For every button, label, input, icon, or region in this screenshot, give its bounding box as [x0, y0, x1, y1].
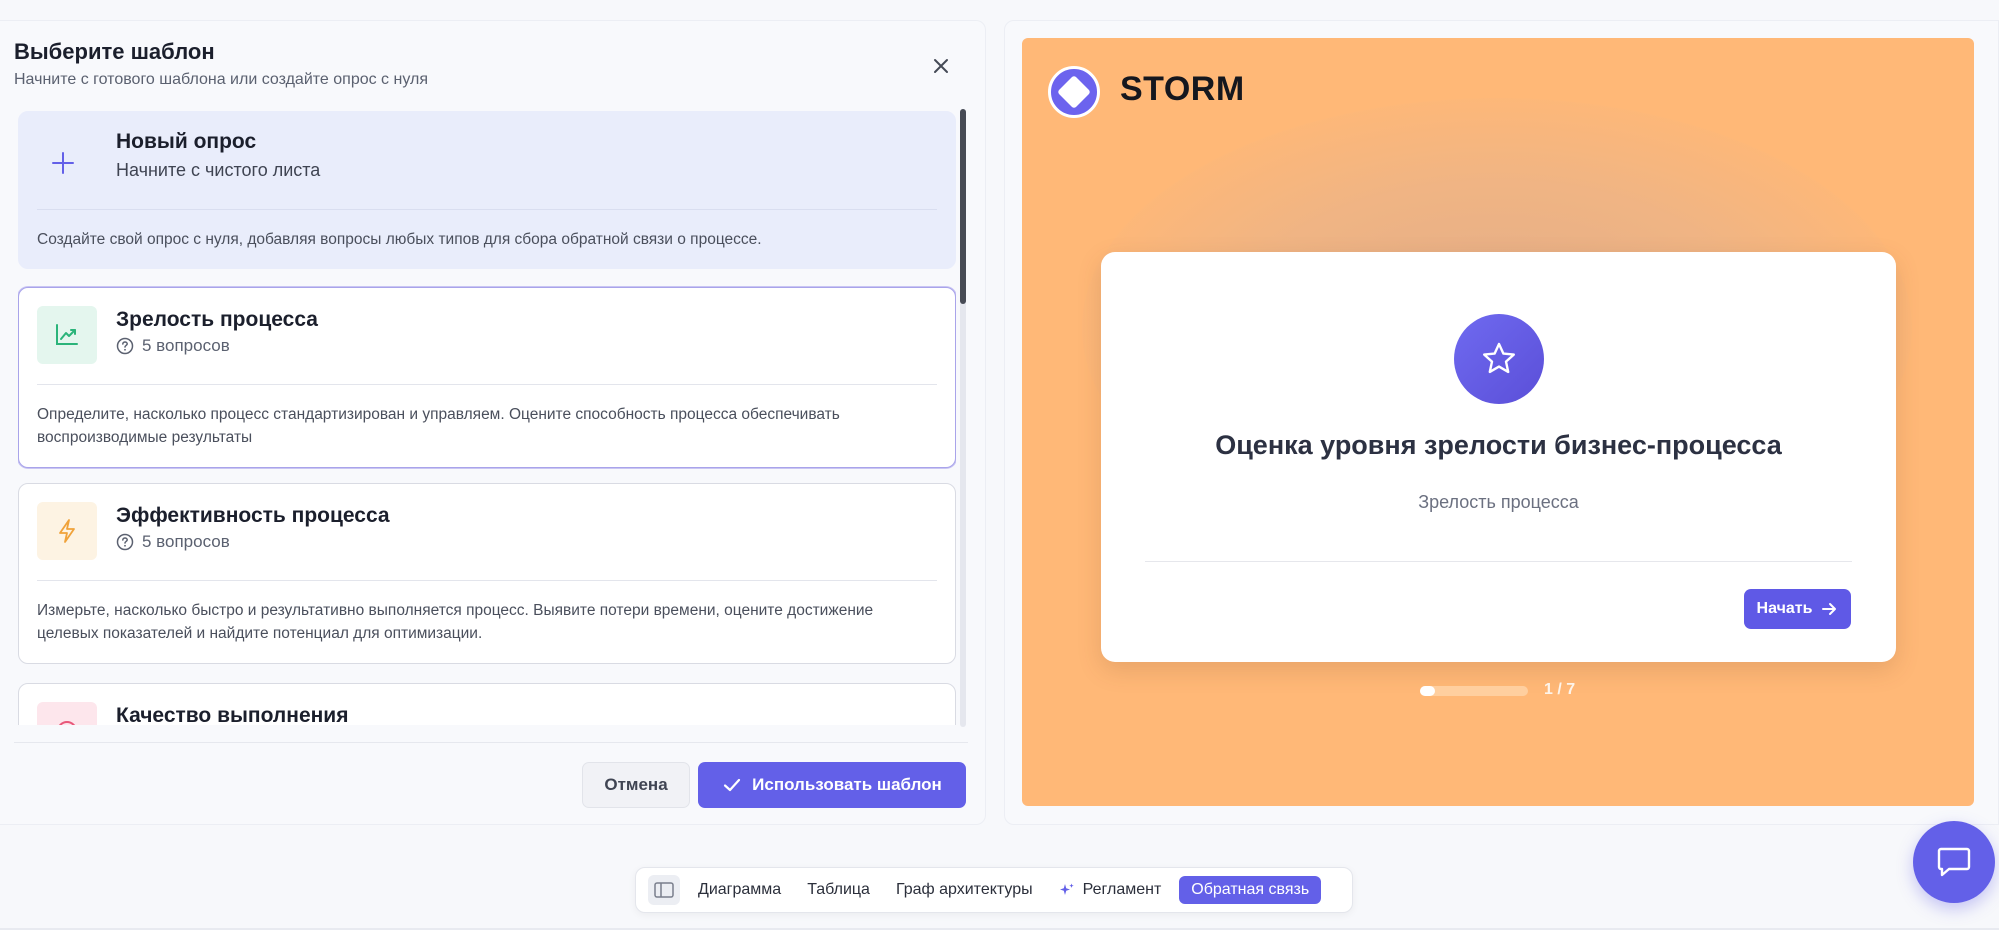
- template-subtitle: Начните с чистого листа: [116, 160, 321, 180]
- template-dialog: Выберите шаблон Начните с готового шабло…: [0, 20, 986, 825]
- use-template-label: Использовать шаблон: [752, 775, 942, 794]
- brand-logo: [1048, 66, 1100, 118]
- check-icon: [724, 778, 741, 792]
- survey-subtitle: Зрелость процесса: [1418, 492, 1579, 512]
- template-card-new-survey[interactable]: Новый опрос Начните с чистого листа Созд…: [18, 111, 956, 269]
- template-description: Определите, насколько процесс стандартиз…: [37, 406, 840, 446]
- start-label: Начать: [1756, 600, 1813, 617]
- dialog-title: Выберите шаблон: [14, 39, 215, 64]
- template-meta: 5 вопросов: [116, 336, 230, 356]
- toolbar-item-label: Регламент: [1082, 881, 1162, 898]
- progress-fill: [1420, 686, 1436, 696]
- toolbar-item-diagram[interactable]: Диаграмма: [690, 876, 789, 904]
- toolbar-item-architecture-graph[interactable]: Граф архитектуры: [888, 876, 1041, 904]
- toolbar-item-table[interactable]: Таблица: [799, 876, 878, 904]
- template-title: Эффективность процесса: [116, 504, 390, 527]
- plus-icon: [33, 134, 93, 192]
- lightning-icon: [37, 502, 97, 560]
- chat-button[interactable]: [1913, 821, 1995, 903]
- star-icon: [1454, 314, 1544, 404]
- progress-label: 1 / 7: [1544, 681, 1576, 698]
- use-template-button[interactable]: Использовать шаблон: [698, 762, 966, 808]
- trend-chart-icon: [37, 306, 97, 364]
- arrow-right-icon: [1822, 603, 1837, 615]
- template-title: Зрелость процесса: [116, 308, 318, 331]
- template-description: Создайте свой опрос с нуля, добавляя воп…: [37, 231, 762, 248]
- template-title: Новый опрос: [116, 130, 257, 153]
- target-icon: [37, 702, 97, 725]
- sidebar-icon: [654, 882, 674, 898]
- template-title: Качество выполнения: [116, 704, 349, 725]
- template-description: Измерьте, насколько быстро и результатив…: [37, 602, 874, 642]
- card-divider: [37, 580, 937, 581]
- template-card-maturity[interactable]: Зрелость процесса 5 вопросов Определите,…: [18, 287, 956, 468]
- card-divider: [37, 384, 937, 385]
- card-divider: [37, 209, 937, 210]
- toolbar-item-regulation[interactable]: Регламент: [1051, 876, 1170, 904]
- template-card-quality[interactable]: Качество выполнения: [18, 683, 956, 725]
- template-card-efficiency[interactable]: Эффективность процесса 5 вопросов Измерь…: [18, 483, 956, 664]
- progress-bar: [1420, 686, 1528, 696]
- start-button[interactable]: Начать: [1744, 589, 1851, 629]
- scrollbar-thumb[interactable]: [960, 109, 966, 304]
- close-button[interactable]: [926, 51, 956, 81]
- question-icon: [116, 533, 134, 551]
- footer-divider: [14, 742, 968, 743]
- close-icon: [934, 59, 948, 73]
- sparkle-icon: [1059, 883, 1074, 895]
- question-count: 5 вопросов: [142, 336, 230, 355]
- question-count: 5 вопросов: [142, 532, 230, 551]
- toolbar-item-feedback[interactable]: Обратная связь: [1179, 876, 1322, 904]
- bottom-toolbar: Диаграмма Таблица Граф архитектуры Регла…: [635, 867, 1353, 913]
- sidebar-toggle-button[interactable]: [648, 875, 680, 905]
- brand-name: STORM: [1120, 70, 1245, 108]
- chat-icon: [1937, 847, 1971, 877]
- survey-title: Оценка уровня зрелости бизнес-процесса: [1215, 430, 1782, 460]
- cancel-button[interactable]: Отмена: [582, 762, 690, 808]
- survey-divider: [1145, 561, 1852, 562]
- template-list[interactable]: Новый опрос Начните с чистого листа Созд…: [18, 111, 956, 725]
- question-icon: [116, 337, 134, 355]
- template-meta: 5 вопросов: [116, 532, 230, 552]
- survey-preview: STORM Оценка уровня зрелости бизнес-проц…: [1022, 38, 1974, 806]
- survey-welcome-card: Оценка уровня зрелости бизнес-процесса З…: [1101, 252, 1896, 662]
- dialog-subtitle: Начните с готового шаблона или создайте …: [14, 71, 428, 88]
